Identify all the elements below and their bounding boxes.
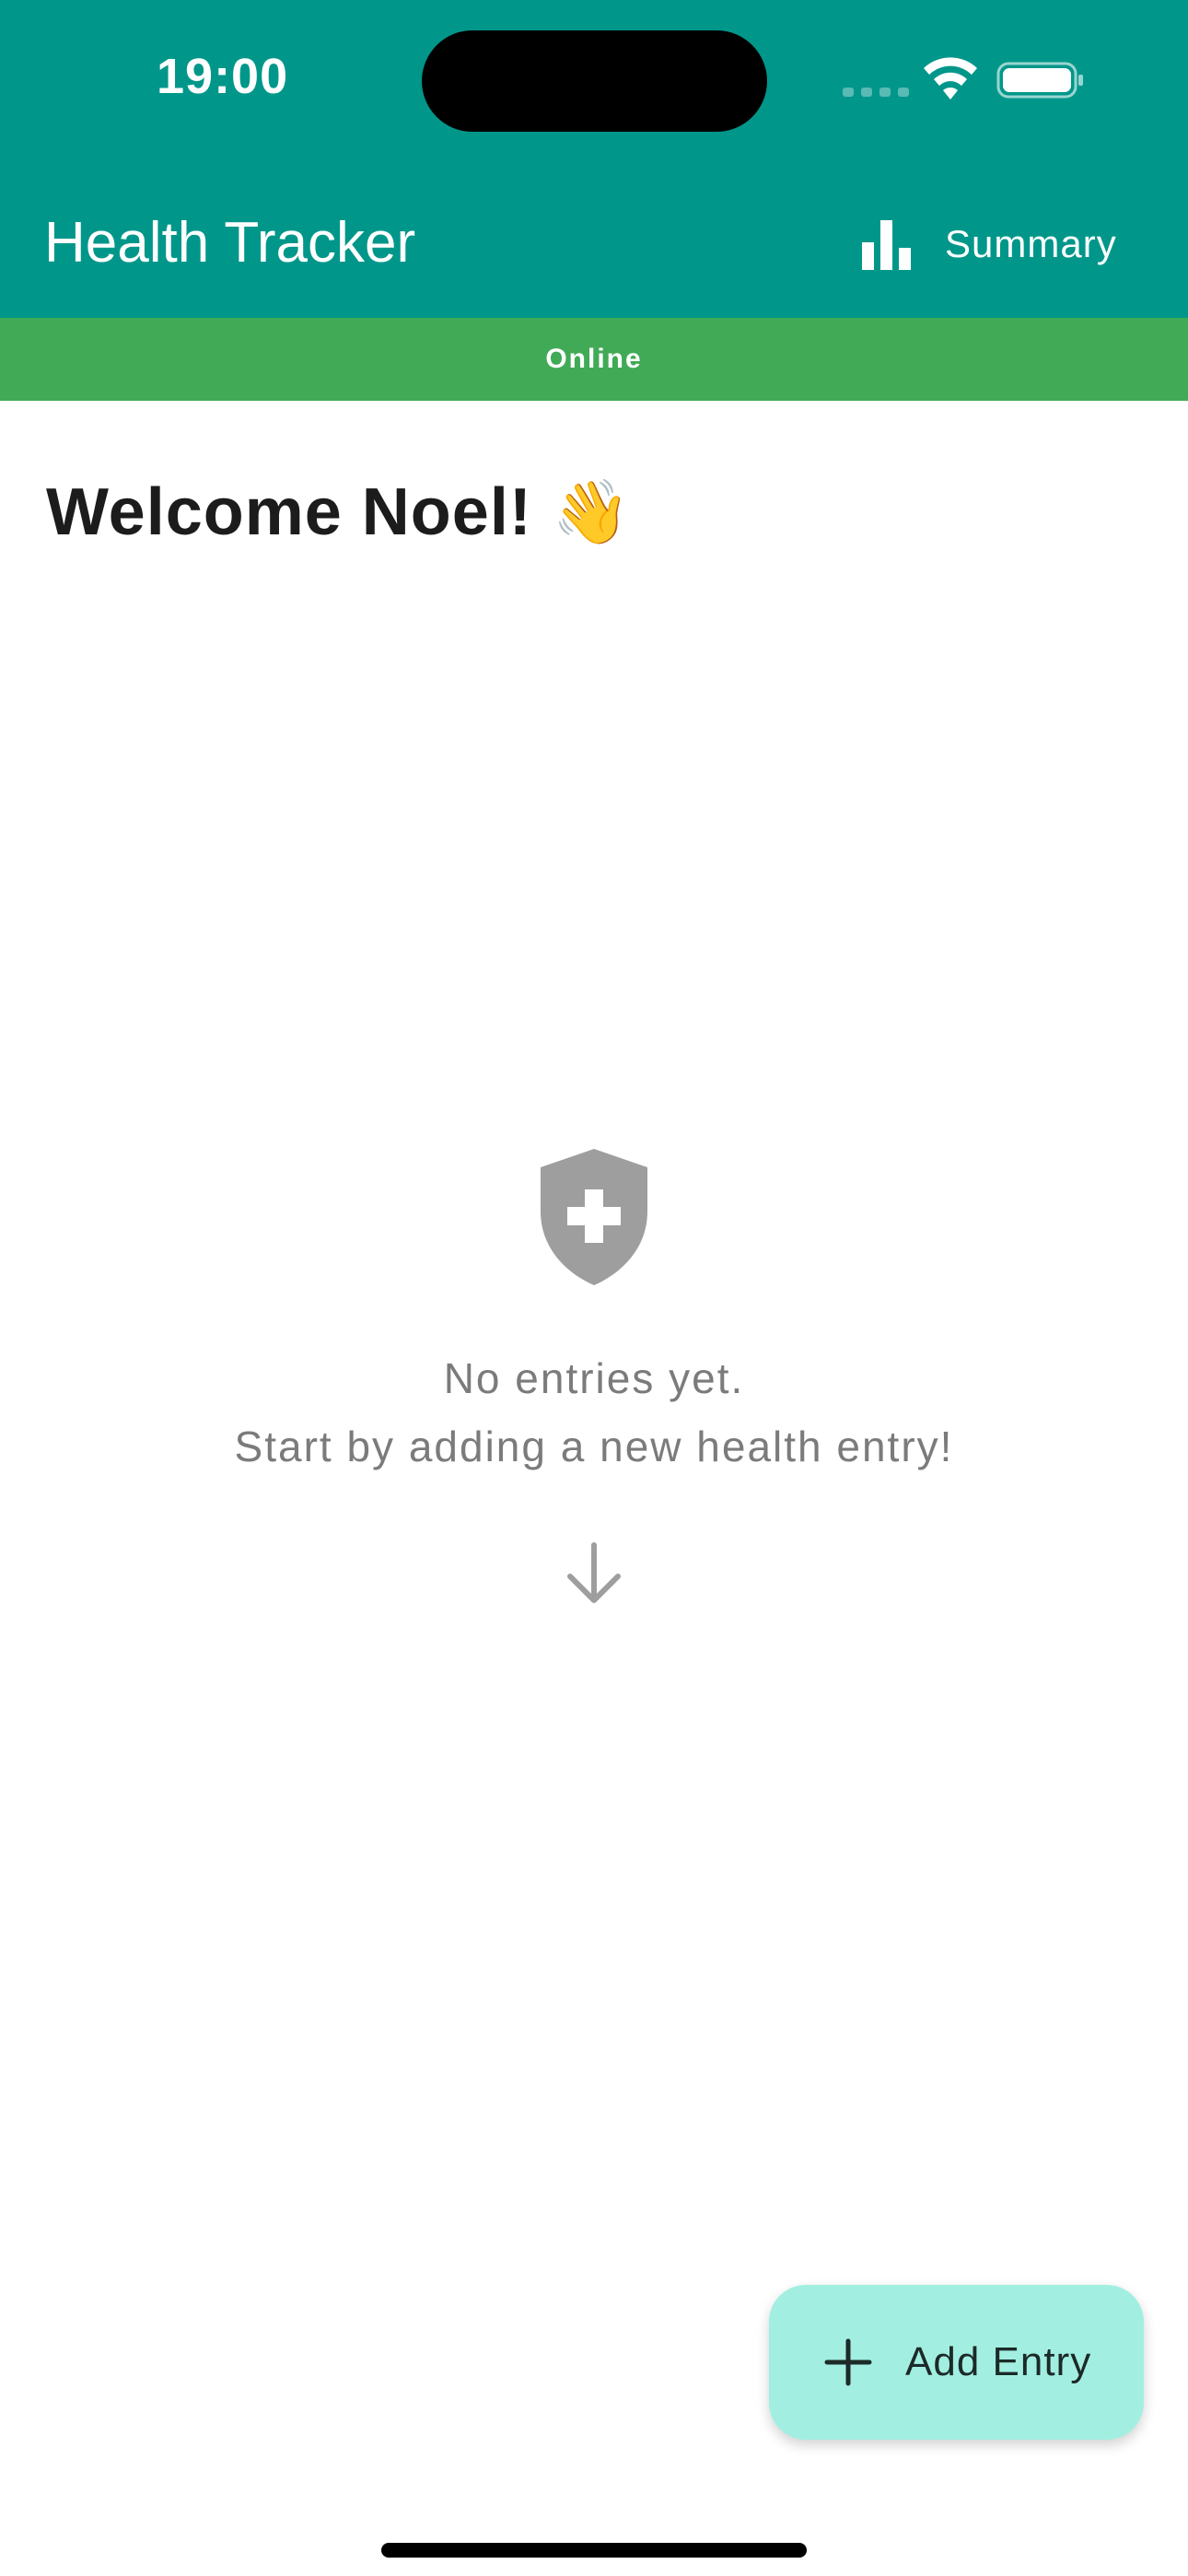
empty-state: No entries yet. Start by adding a new he… <box>0 1147 1188 1606</box>
app-title: Health Tracker <box>44 211 416 275</box>
plus-icon <box>824 2338 872 2386</box>
arrow-down-icon <box>567 1542 621 1603</box>
wifi-icon <box>924 57 977 100</box>
summary-button[interactable]: Summary <box>847 203 1151 286</box>
connection-status-text: Online <box>545 344 643 374</box>
app-bar: 19:00 Health Tracker Summary <box>0 0 1188 318</box>
battery-icon <box>996 62 1083 99</box>
home-indicator[interactable] <box>381 2543 807 2558</box>
summary-label: Summary <box>945 222 1117 265</box>
empty-state-title: No entries yet. <box>443 1354 745 1402</box>
shield-plus-icon <box>541 1149 647 1285</box>
add-entry-button[interactable]: Add Entry <box>769 2285 1144 2440</box>
app-screen: 19:00 Health Tracker Summary Online Welc… <box>0 0 1188 2576</box>
add-entry-label: Add Entry <box>905 2339 1092 2384</box>
waving-hand-icon: 👋 <box>552 477 632 547</box>
bar-chart-icon <box>862 220 911 270</box>
dynamic-island <box>422 30 767 132</box>
welcome-text: Welcome Noel! <box>46 475 532 549</box>
status-time: 19:00 <box>157 49 289 104</box>
welcome-heading: Welcome Noel! 👋 <box>46 474 631 550</box>
connection-status-banner: Online <box>0 318 1188 401</box>
empty-state-subtitle: Start by adding a new health entry! <box>234 1423 954 1470</box>
cellular-signal-icon <box>843 88 909 97</box>
